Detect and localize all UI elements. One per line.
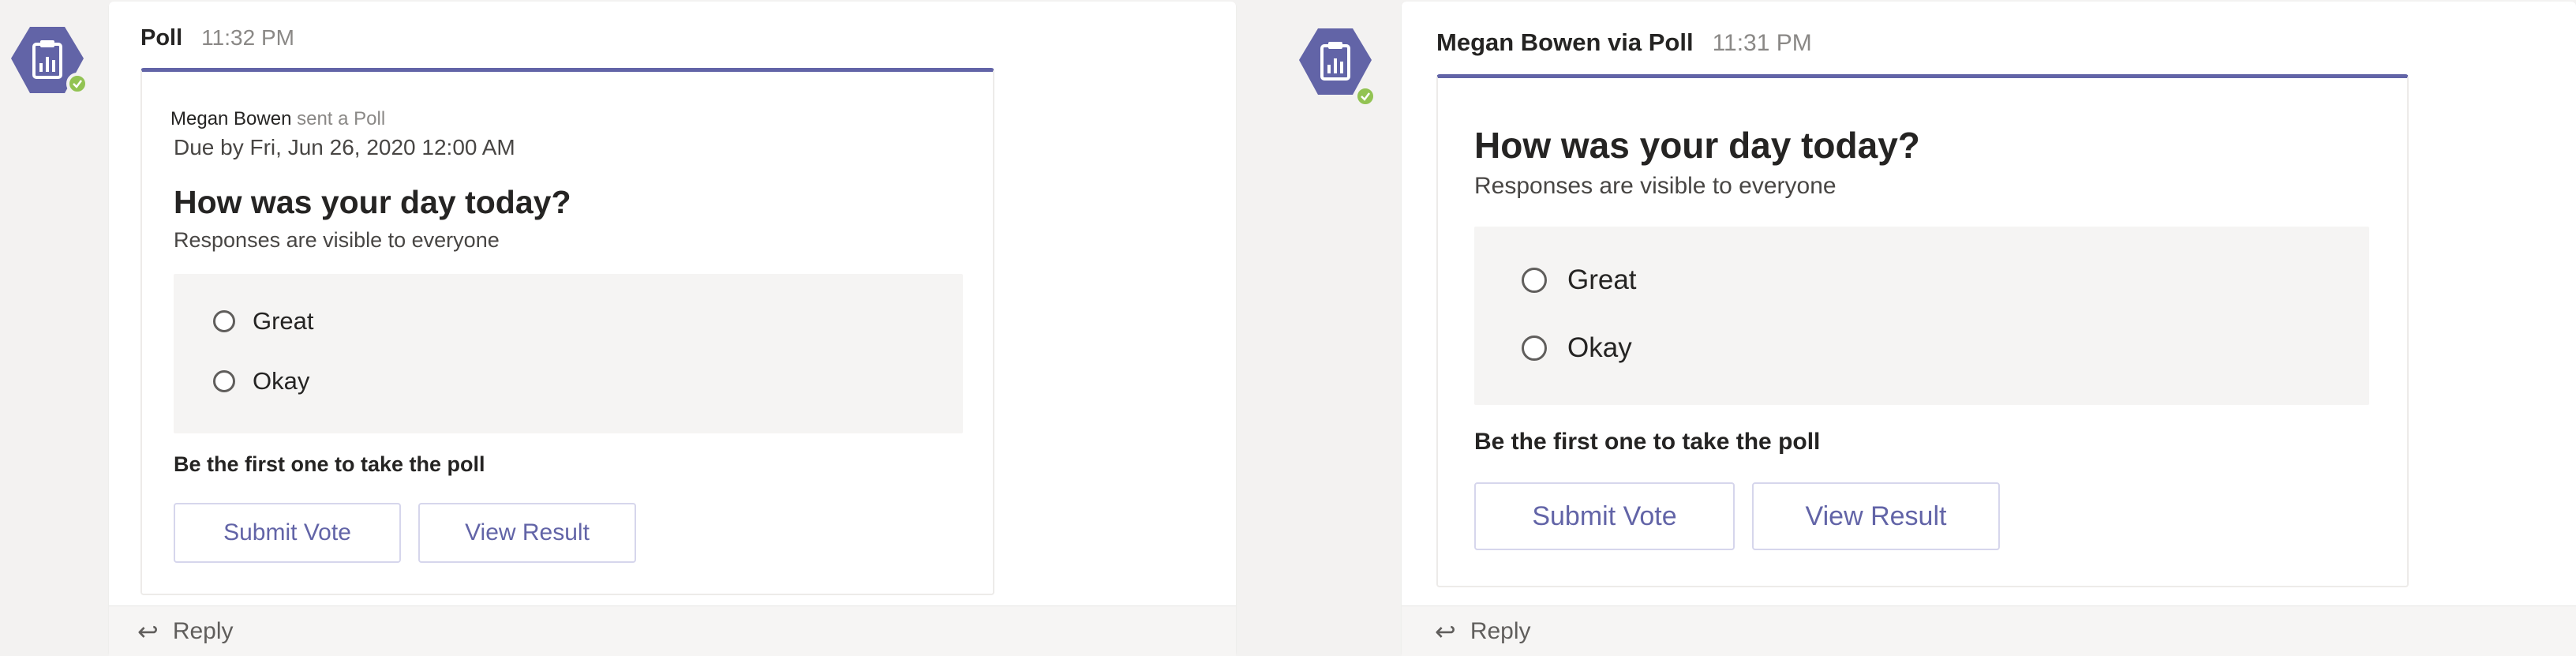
poll-cta-text: Be the first one to take the poll: [174, 452, 485, 476]
reply-label: Reply: [1470, 617, 1531, 644]
radio-button[interactable]: [213, 370, 235, 392]
poll-bot-avatar[interactable]: [1294, 24, 1376, 107]
poll-cta-text: Be the first one to take the poll: [1474, 429, 1821, 455]
option-label: Great: [1567, 264, 1637, 295]
poll-options: Great Okay: [1474, 227, 2369, 405]
radio-button[interactable]: [213, 310, 235, 332]
submit-vote-button[interactable]: Submit Vote: [174, 503, 401, 563]
poll-option-okay[interactable]: Okay: [1522, 332, 1632, 364]
poll-sent-by: Megan Bowen sent a Poll: [170, 108, 385, 130]
poll-author-name: Megan Bowen: [170, 108, 292, 129]
poll-action-text: sent a Poll: [297, 108, 386, 129]
poll-visibility-note: Responses are visible to everyone: [174, 228, 500, 252]
message-timestamp: 11:31 PM: [1712, 30, 1812, 56]
available-check-icon: [73, 80, 82, 88]
chat-panel-left: Poll 11:32 PM Megan Bowen sent a Poll Du…: [0, 0, 1288, 656]
option-label: Great: [253, 307, 314, 335]
chat-panel-right: Megan Bowen via Poll 11:31 PM How was yo…: [1288, 0, 2576, 656]
radio-button[interactable]: [1522, 335, 1547, 361]
reply-arrow-icon: ↩: [1435, 617, 1456, 646]
reply-bar[interactable]: ↩ Reply: [109, 605, 1236, 656]
poll-visibility-note: Responses are visible to everyone: [1474, 173, 1837, 199]
message-timestamp: 11:32 PM: [201, 25, 294, 50]
available-check-icon: [1361, 92, 1370, 101]
sender-name[interactable]: Poll: [140, 25, 182, 51]
reply-bar[interactable]: ↩ Reply: [1402, 605, 2576, 656]
submit-vote-button[interactable]: Submit Vote: [1474, 482, 1735, 550]
poll-option-great[interactable]: Great: [213, 307, 314, 335]
message-header: Poll 11:32 PM: [140, 25, 294, 51]
option-label: Okay: [1567, 332, 1632, 363]
message-header: Megan Bowen via Poll 11:31 PM: [1436, 28, 1812, 57]
poll-options: Great Okay: [174, 274, 963, 433]
message-bubble: Megan Bowen via Poll 11:31 PM How was yo…: [1402, 2, 2576, 656]
view-result-button[interactable]: View Result: [418, 503, 636, 563]
poll-option-okay[interactable]: Okay: [213, 367, 309, 395]
poll-option-great[interactable]: Great: [1522, 264, 1637, 296]
poll-question: How was your day today?: [1474, 125, 1920, 166]
reply-arrow-icon: ↩: [137, 617, 159, 646]
reply-label: Reply: [172, 617, 234, 644]
view-result-button[interactable]: View Result: [1752, 482, 2000, 550]
sender-name[interactable]: Megan Bowen via Poll: [1436, 28, 1694, 57]
message-bubble: Poll 11:32 PM Megan Bowen sent a Poll Du…: [109, 2, 1236, 656]
status-available-indicator: [1354, 85, 1376, 107]
poll-question: How was your day today?: [174, 184, 571, 220]
option-label: Okay: [253, 367, 310, 395]
poll-due-date: Due by Fri, Jun 26, 2020 12:00 AM: [174, 135, 515, 159]
radio-button[interactable]: [1522, 268, 1547, 293]
poll-bot-avatar[interactable]: [6, 22, 88, 104]
poll-card: Megan Bowen sent a Poll Due by Fri, Jun …: [140, 68, 994, 595]
status-available-indicator: [66, 73, 88, 95]
poll-card: How was your day today? Responses are vi…: [1436, 74, 2409, 587]
